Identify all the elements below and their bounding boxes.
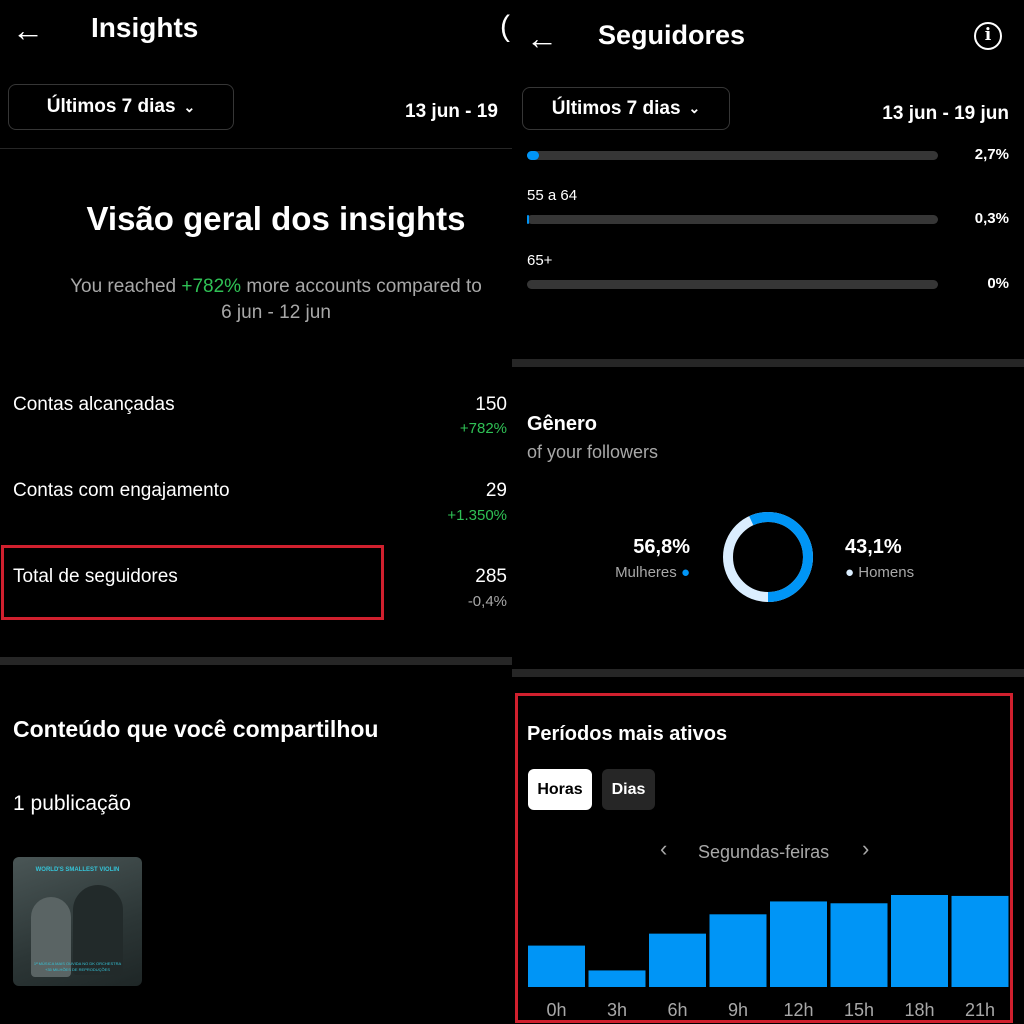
post-thumbnail[interactable]: WORLD'S SMALLEST VIOLIN 1ª MÚSICA MAIS O…: [13, 857, 142, 986]
info-icon-partial[interactable]: (: [500, 10, 510, 44]
followers-panel: ← Seguidores i Últimos 7 dias ⌄ 13 jun -…: [512, 0, 1024, 1024]
chevron-down-icon: ⌄: [183, 98, 196, 115]
insights-panel: ← Insights Últimos 7 dias ⌄ 13 jun - 19 …: [0, 0, 512, 1024]
metric-label[interactable]: Contas alcançadas: [13, 394, 175, 416]
section-divider: [0, 657, 512, 665]
highlight-box: [1, 545, 384, 620]
date-range: 13 jun - 19: [405, 101, 498, 122]
divider: [0, 148, 512, 149]
age-percent: 0,3%: [974, 210, 1009, 227]
page-title: Seguidores: [598, 20, 746, 50]
age-percent: 0%: [987, 275, 1009, 292]
age-bar: [527, 280, 938, 289]
gender-title: Gênero: [527, 413, 598, 435]
page-title: Insights: [91, 12, 199, 43]
metric-change: +1.350%: [447, 507, 507, 524]
age-bar: [527, 215, 938, 224]
content-count: 1 publicação: [13, 792, 131, 815]
women-percent: 56,8%: [633, 536, 690, 558]
metric-value: 29: [485, 480, 507, 501]
age-label: 65+: [527, 252, 553, 269]
metric-change: +782%: [459, 420, 507, 437]
back-arrow-icon[interactable]: ←: [12, 12, 44, 49]
back-arrow-icon[interactable]: ←: [526, 20, 558, 57]
gender-donut-chart: [723, 512, 813, 602]
women-legend: Mulheres ●: [615, 564, 690, 581]
chevron-down-icon: ⌄: [688, 100, 701, 116]
date-range: 13 jun - 19 jun: [882, 103, 1009, 124]
period-label: Últimos 7 dias: [46, 96, 176, 117]
metric-value: 150: [475, 394, 507, 415]
period-label: Últimos 7 dias: [551, 97, 681, 119]
metric-change: -0,4%: [467, 593, 507, 610]
metric-label[interactable]: Contas com engajamento: [13, 480, 230, 502]
compare-range: 6 jun - 12 jun: [221, 302, 331, 323]
info-icon[interactable]: i: [974, 22, 1002, 50]
thumbnail-caption: +35 MILHÕES DE REPRODUÇÕES: [44, 967, 111, 972]
men-percent: 43,1%: [845, 536, 902, 558]
reach-summary: You reached +782% more accounts compared…: [70, 276, 482, 297]
overview-title: Visão geral dos insights: [86, 200, 466, 237]
age-label: 55 a 64: [527, 187, 578, 204]
age-percent: 2,7%: [974, 146, 1009, 163]
section-divider: [512, 669, 1024, 677]
section-divider: [512, 359, 1024, 367]
men-legend: ● Homens: [845, 564, 915, 581]
content-title: Conteúdo que você compartilhou: [13, 716, 379, 742]
age-bar-fill: [527, 215, 529, 224]
thumbnail-heading: WORLD'S SMALLEST VIOLIN: [35, 867, 120, 873]
highlight-box: [515, 693, 1013, 1023]
age-bar-fill: [527, 151, 539, 160]
period-dropdown[interactable]: Últimos 7 dias ⌄: [522, 87, 730, 130]
period-dropdown[interactable]: Últimos 7 dias ⌄: [8, 84, 234, 130]
thumbnail-caption: 1ª MÚSICA MAIS OUVIDA NO DK ORCHESTRA: [33, 961, 122, 966]
age-bar: [527, 151, 938, 160]
metric-value: 285: [475, 566, 507, 587]
gender-subtitle: of your followers: [527, 442, 659, 462]
